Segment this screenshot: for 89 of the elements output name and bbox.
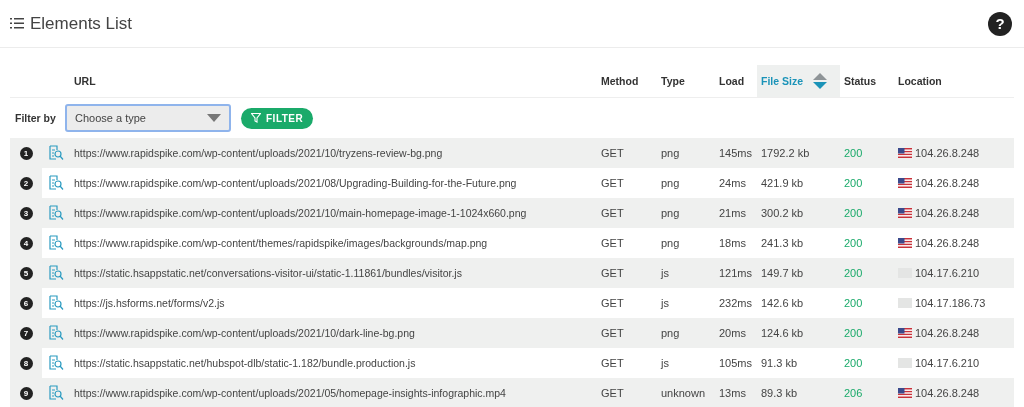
row-number: 1: [19, 147, 33, 160]
type-cell: png: [661, 177, 680, 189]
load-cell: 145ms: [719, 147, 753, 159]
type-cell: png: [661, 207, 680, 219]
type-cell: png: [661, 327, 680, 339]
method-cell: GET: [601, 147, 624, 159]
row-number: 6: [19, 297, 33, 310]
location-cell: 104.26.8.248: [915, 147, 980, 159]
location-cell: 104.26.8.248: [915, 177, 980, 189]
location-cell: 104.17.6.210: [915, 357, 980, 369]
load-cell: 13ms: [719, 387, 746, 399]
status-code: 200: [844, 237, 863, 249]
list-icon: [10, 18, 24, 29]
url-link[interactable]: https://static.hsappstatic.net/hubspot-dlb/static-1.182/bundle.production.js: [74, 357, 416, 369]
row-number: 3: [19, 207, 33, 220]
status-code: 200: [844, 147, 863, 159]
row-number: 7: [19, 327, 33, 340]
size-cell: 421.9 kb: [761, 177, 804, 189]
inspect-icon[interactable]: [48, 235, 64, 251]
column-header[interactable]: Type: [657, 65, 715, 98]
location-cell: 104.26.8.248: [915, 387, 980, 399]
size-cell: 124.6 kb: [761, 327, 804, 339]
column-header[interactable]: Location: [894, 65, 1014, 98]
status-code: 200: [844, 357, 863, 369]
inspect-icon[interactable]: [48, 355, 64, 371]
status-code: 200: [844, 267, 863, 279]
type-select[interactable]: Choose a type: [65, 104, 231, 132]
help-button[interactable]: ?: [988, 11, 1012, 36]
location-cell: 104.26.8.248: [915, 327, 980, 339]
method-cell: GET: [601, 207, 624, 219]
method-cell: GET: [601, 327, 624, 339]
filter-icon: [251, 113, 261, 123]
row-number: 4: [19, 237, 33, 250]
filter-label: Filter by: [15, 112, 56, 124]
inspect-icon[interactable]: [48, 265, 64, 281]
type-cell: js: [661, 297, 669, 309]
size-cell: 241.3 kb: [761, 237, 804, 249]
size-cell: 149.7 kb: [761, 267, 804, 279]
location-cell: 104.26.8.248: [915, 207, 980, 219]
method-cell: GET: [601, 297, 624, 309]
type-cell: js: [661, 267, 669, 279]
status-code: 200: [844, 207, 863, 219]
row-number: 9: [19, 387, 33, 400]
location-cell: 104.26.8.248: [915, 237, 980, 249]
load-cell: 20ms: [719, 327, 746, 339]
size-cell: 91.3 kb: [761, 357, 798, 369]
size-cell: 300.2 kb: [761, 207, 804, 219]
status-code: 200: [844, 297, 863, 309]
size-cell: 142.6 kb: [761, 297, 804, 309]
type-cell: js: [661, 357, 669, 369]
url-link[interactable]: https://www.rapidspike.com/wp-content/themes/rapidspike/images/backgrounds/map.png: [74, 237, 488, 249]
inspect-icon[interactable]: [48, 175, 64, 191]
method-cell: GET: [601, 267, 624, 279]
load-cell: 121ms: [719, 267, 753, 279]
column-header[interactable]: Method: [597, 65, 657, 98]
caret-icon: [207, 114, 221, 122]
inspect-icon[interactable]: [48, 325, 64, 341]
location-cell: 104.17.6.210: [915, 267, 980, 279]
type-cell: png: [661, 237, 680, 249]
inspect-icon[interactable]: [48, 385, 64, 401]
sort-icon: [813, 73, 827, 89]
row-number: 8: [19, 357, 33, 370]
row-number: 2: [19, 177, 33, 190]
page-title: Elements List: [30, 13, 133, 34]
column-header[interactable]: URL: [70, 65, 597, 98]
status-code: 206: [844, 387, 863, 399]
method-cell: GET: [601, 387, 624, 399]
column-header[interactable]: Status: [840, 65, 894, 98]
inspect-icon[interactable]: [48, 205, 64, 221]
load-cell: 105ms: [719, 357, 753, 369]
status-code: 200: [844, 177, 863, 189]
status-code: 200: [844, 327, 863, 339]
load-cell: 24ms: [719, 177, 746, 189]
location-cell: 104.17.186.73: [915, 297, 986, 309]
load-cell: 21ms: [719, 207, 746, 219]
inspect-icon[interactable]: [48, 145, 64, 161]
inspect-icon[interactable]: [48, 295, 64, 311]
method-cell: GET: [601, 357, 624, 369]
size-cell: 1792.2 kb: [761, 147, 810, 159]
row-number: 5: [19, 267, 33, 280]
url-link[interactable]: https://js.hsforms.net/forms/v2.js: [74, 297, 225, 309]
method-cell: GET: [601, 177, 624, 189]
load-cell: 232ms: [719, 297, 753, 309]
size-cell: 89.3 kb: [761, 387, 798, 399]
method-cell: GET: [601, 237, 624, 249]
load-cell: 18ms: [719, 237, 746, 249]
type-cell: unknown: [661, 387, 706, 399]
type-cell: png: [661, 147, 680, 159]
url-link[interactable]: https://www.rapidspike.com/wp-content/uploads/2021/08/Upgrading-Building-for-the-Future.png: [74, 177, 517, 189]
